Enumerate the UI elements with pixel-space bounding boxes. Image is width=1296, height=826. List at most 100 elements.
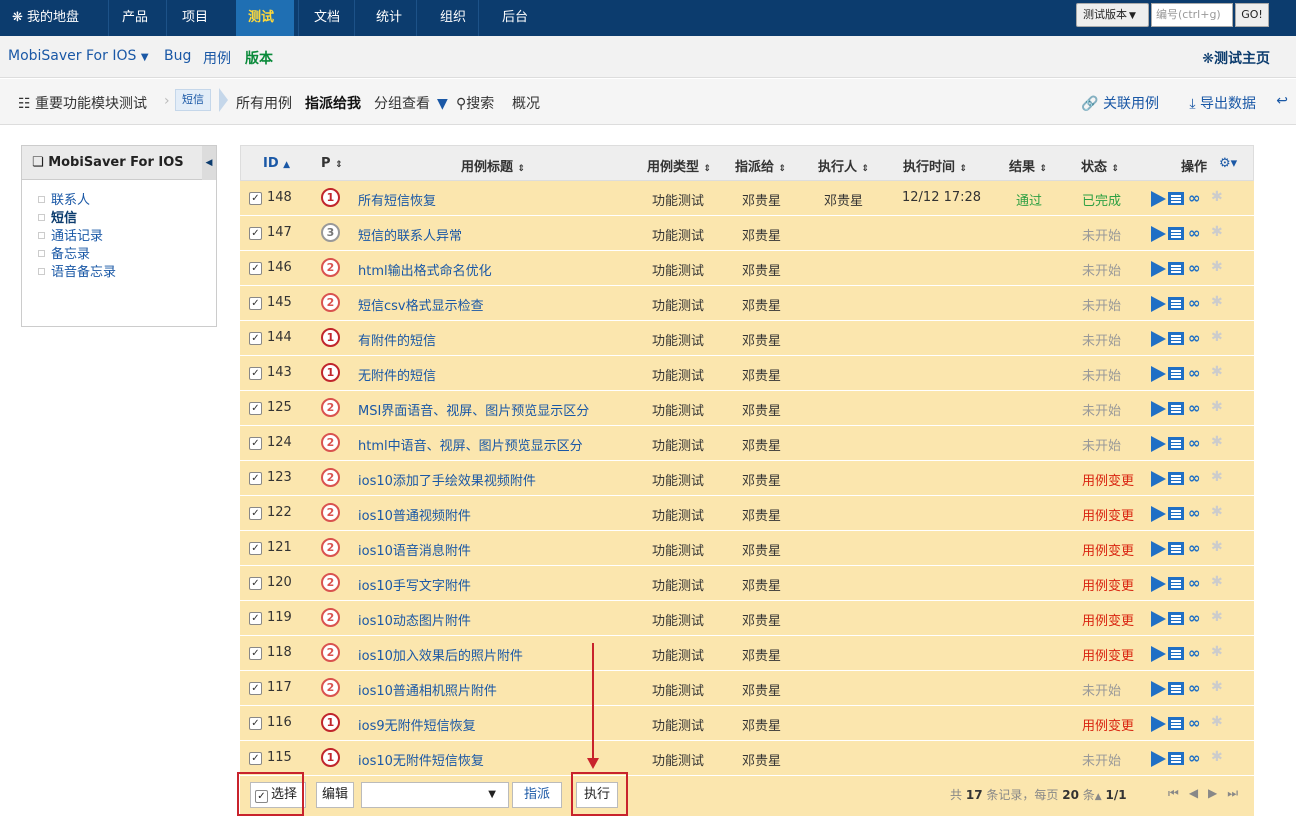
last-page-icon[interactable]: ⏭: [1227, 786, 1248, 800]
delete-icon[interactable]: ✱: [1211, 609, 1223, 625]
delete-icon[interactable]: ✱: [1211, 399, 1223, 415]
go-button[interactable]: GO!: [1235, 3, 1269, 27]
unlink-case-icon[interactable]: ∞: [1188, 469, 1201, 487]
case-title-link[interactable]: ios10手写文字附件: [358, 575, 471, 594]
delete-icon[interactable]: ✱: [1211, 294, 1223, 310]
id-search-input[interactable]: 编号(ctrl+g): [1151, 3, 1233, 27]
tab-search[interactable]: ⚲搜索: [456, 93, 494, 113]
run-case-icon[interactable]: [1151, 646, 1166, 662]
case-title-link[interactable]: html中语音、视屏、图片预览显示区分: [358, 435, 583, 454]
tab-group-view[interactable]: 分组查看: [374, 93, 430, 113]
case-title-link[interactable]: 短信csv格式显示检查: [358, 295, 484, 314]
breadcrumb-current-module[interactable]: 短信: [175, 89, 211, 111]
delete-icon[interactable]: ✱: [1211, 539, 1223, 555]
case-title-link[interactable]: 短信的联系人异常: [358, 225, 462, 244]
unlink-case-icon[interactable]: ∞: [1188, 259, 1201, 277]
nav-docs[interactable]: 文档: [302, 0, 352, 36]
unlink-case-icon[interactable]: ∞: [1188, 504, 1201, 522]
col-result[interactable]: 结果 ⇕: [1009, 156, 1047, 175]
col-assigned[interactable]: 指派给 ⇕: [735, 156, 786, 175]
row-checkbox[interactable]: ✓: [249, 192, 262, 205]
test-home-link[interactable]: ❋测试主页: [1202, 48, 1270, 68]
col-title[interactable]: 用例标题 ⇕: [461, 156, 525, 175]
delete-icon[interactable]: ✱: [1211, 574, 1223, 590]
nav-admin[interactable]: 后台: [490, 0, 540, 36]
case-title-link[interactable]: ios10动态图片附件: [358, 610, 471, 629]
case-title-link[interactable]: ios10普通视频附件: [358, 505, 471, 524]
col-exec-time[interactable]: 执行时间 ⇕: [903, 156, 967, 175]
case-title-link[interactable]: MSI界面语音、视屏、图片预览显示区分: [358, 400, 589, 419]
subnav-case[interactable]: 用例: [203, 48, 231, 68]
table-row[interactable]: ✓ 123 2 ios10添加了手绘效果视频附件 功能测试 邓贵星 用例变更 ∞ ✱: [240, 461, 1254, 496]
unlink-case-icon[interactable]: ∞: [1188, 609, 1201, 627]
delete-icon[interactable]: ✱: [1211, 329, 1223, 345]
run-case-icon[interactable]: [1151, 191, 1166, 207]
run-case-icon[interactable]: [1151, 261, 1166, 277]
link-cases-button[interactable]: 🔗 关联用例: [1081, 93, 1159, 113]
sidebar-item-voice-memo[interactable]: 语音备忘录: [38, 264, 216, 282]
batch-edit-button[interactable]: 编辑: [316, 782, 354, 808]
row-checkbox[interactable]: ✓: [249, 367, 262, 380]
row-checkbox[interactable]: ✓: [249, 297, 262, 310]
results-list-icon[interactable]: [1168, 717, 1184, 730]
results-list-icon[interactable]: [1168, 332, 1184, 345]
batch-assign-button[interactable]: 指派: [512, 782, 562, 808]
row-checkbox[interactable]: ✓: [249, 682, 262, 695]
table-row[interactable]: ✓ 121 2 ios10语音消息附件 功能测试 邓贵星 用例变更 ∞ ✱: [240, 531, 1254, 566]
results-list-icon[interactable]: [1168, 192, 1184, 205]
sidebar-item-sms[interactable]: 短信: [38, 210, 216, 228]
table-row[interactable]: ✓ 144 1 有附件的短信 功能测试 邓贵星 未开始 ∞ ✱: [240, 321, 1254, 356]
delete-icon[interactable]: ✱: [1211, 224, 1223, 240]
delete-icon[interactable]: ✱: [1211, 749, 1223, 765]
nav-product[interactable]: 产品: [110, 0, 160, 36]
test-version-dropdown[interactable]: 测试版本 ▼: [1076, 3, 1149, 27]
unlink-case-icon[interactable]: ∞: [1188, 224, 1201, 242]
table-row[interactable]: ✓ 125 2 MSI界面语音、视屏、图片预览显示区分 功能测试 邓贵星 未开始 ∞ ✱: [240, 391, 1254, 426]
delete-icon[interactable]: ✱: [1211, 434, 1223, 450]
run-case-icon[interactable]: [1151, 751, 1166, 767]
row-checkbox[interactable]: ✓: [249, 507, 262, 520]
table-row[interactable]: ✓ 145 2 短信csv格式显示检查 功能测试 邓贵星 未开始 ∞ ✱: [240, 286, 1254, 321]
assign-user-select[interactable]: ▼: [361, 782, 509, 808]
case-title-link[interactable]: ios9无附件短信恢复: [358, 715, 476, 734]
row-checkbox[interactable]: ✓: [249, 542, 262, 555]
caret-down-icon[interactable]: ▼: [437, 96, 448, 112]
row-checkbox[interactable]: ✓: [249, 577, 262, 590]
sidebar-item-notes[interactable]: 备忘录: [38, 246, 216, 264]
table-row[interactable]: ✓ 118 2 ios10加入效果后的照片附件 功能测试 邓贵星 用例变更 ∞ ✱: [240, 636, 1254, 671]
delete-icon[interactable]: ✱: [1211, 469, 1223, 485]
column-settings-icon[interactable]: ⚙▾: [1219, 156, 1237, 171]
table-row[interactable]: ✓ 124 2 html中语音、视屏、图片预览显示区分 功能测试 邓贵星 未开始 ∞ ✱: [240, 426, 1254, 461]
col-priority[interactable]: P ⇕: [321, 156, 343, 171]
table-row[interactable]: ✓ 146 2 html输出格式命名优化 功能测试 邓贵星 未开始 ∞ ✱: [240, 251, 1254, 286]
results-list-icon[interactable]: [1168, 367, 1184, 380]
case-title-link[interactable]: ios10语音消息附件: [358, 540, 471, 559]
first-page-icon[interactable]: ⏮: [1168, 786, 1189, 800]
case-title-link[interactable]: ios10无附件短信恢复: [358, 750, 484, 769]
table-row[interactable]: ✓ 122 2 ios10普通视频附件 功能测试 邓贵星 用例变更 ∞ ✱: [240, 496, 1254, 531]
unlink-case-icon[interactable]: ∞: [1188, 574, 1201, 592]
nav-stats[interactable]: 统计: [364, 0, 414, 36]
breadcrumb-module[interactable]: ☷ 重要功能模块测试: [18, 93, 147, 113]
run-case-icon[interactable]: [1151, 226, 1166, 242]
results-list-icon[interactable]: [1168, 227, 1184, 240]
unlink-case-icon[interactable]: ∞: [1188, 714, 1201, 732]
unlink-case-icon[interactable]: ∞: [1188, 294, 1201, 312]
next-page-icon[interactable]: ▶: [1208, 786, 1227, 800]
delete-icon[interactable]: ✱: [1211, 644, 1223, 660]
results-list-icon[interactable]: [1168, 262, 1184, 275]
case-title-link[interactable]: html输出格式命名优化: [358, 260, 492, 279]
case-title-link[interactable]: ios10添加了手绘效果视频附件: [358, 470, 536, 489]
run-case-icon[interactable]: [1151, 401, 1166, 417]
row-checkbox[interactable]: ✓: [249, 752, 262, 765]
results-list-icon[interactable]: [1168, 507, 1184, 520]
unlink-case-icon[interactable]: ∞: [1188, 189, 1201, 207]
table-row[interactable]: ✓ 120 2 ios10手写文字附件 功能测试 邓贵星 用例变更 ∞ ✱: [240, 566, 1254, 601]
tab-assigned-to-me[interactable]: 指派给我: [305, 93, 361, 113]
run-case-icon[interactable]: [1151, 611, 1166, 627]
row-checkbox[interactable]: ✓: [249, 647, 262, 660]
results-list-icon[interactable]: [1168, 577, 1184, 590]
delete-icon[interactable]: ✱: [1211, 679, 1223, 695]
case-title-link[interactable]: ios10普通相机照片附件: [358, 680, 497, 699]
col-type[interactable]: 用例类型 ⇕: [647, 156, 711, 175]
